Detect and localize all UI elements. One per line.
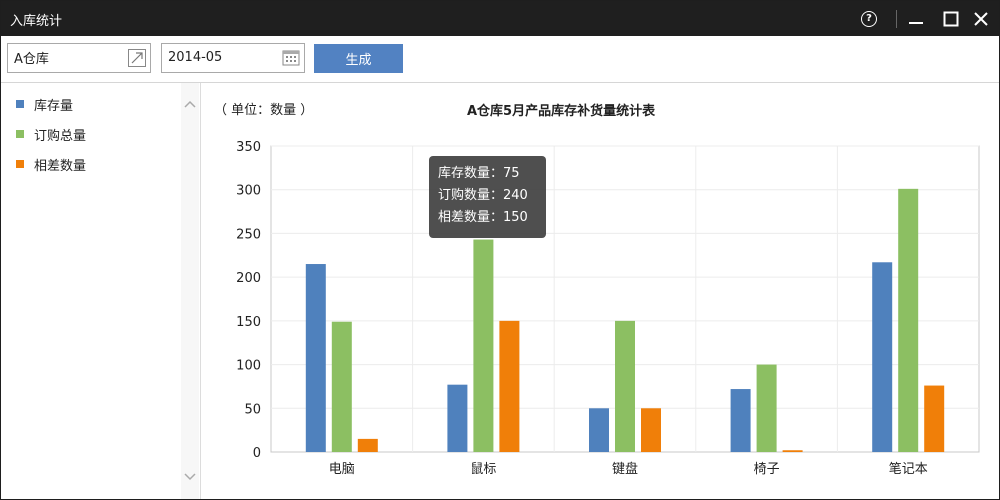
help-button[interactable]: ?: [851, 1, 887, 36]
legend-swatch: [16, 100, 24, 108]
sidebar-scrollbar[interactable]: [181, 83, 199, 499]
bar: [641, 408, 661, 452]
legend-swatch: [16, 130, 24, 138]
y-tick-label: 300: [236, 184, 261, 199]
close-icon: [974, 11, 988, 26]
scroll-up-button[interactable]: [181, 95, 199, 113]
close-button[interactable]: [963, 1, 999, 36]
chart-tooltip: 库存数量：75 订购数量：240 相差数量：150: [429, 156, 546, 238]
titlebar-divider: [896, 10, 897, 28]
x-tick-label: 椅子: [754, 462, 780, 477]
scroll-down-button[interactable]: [181, 468, 199, 486]
y-tick-label: 250: [236, 227, 261, 242]
x-tick-label: 鼠标: [470, 462, 496, 477]
window-title: 入库统计: [10, 14, 63, 29]
title-bar: 入库统计 ?: [1, 1, 999, 36]
y-tick-label: 350: [236, 140, 261, 155]
bar: [357, 438, 378, 452]
legend-sidebar: 库存量 订购总量 相差数量: [1, 83, 201, 499]
chart-area: （ 单位：数量 ） A仓库5月产品库存补货量统计表 0 50 100 150 200 25…: [201, 83, 999, 499]
x-tick-label: 笔记本: [889, 461, 928, 477]
chevron-down-icon: [184, 473, 196, 481]
bar: [756, 364, 777, 452]
x-tick-label: 键盘: [612, 461, 638, 477]
bar: [447, 384, 468, 452]
warehouse-field[interactable]: [14, 50, 124, 65]
help-icon: ?: [861, 10, 877, 27]
maximize-icon: [943, 11, 959, 26]
bar: [730, 389, 751, 452]
bar: [924, 385, 945, 452]
y-tick-label: 100: [236, 359, 261, 374]
x-tick-label: 电脑: [329, 462, 355, 477]
legend-item-stock[interactable]: 库存量: [16, 95, 74, 114]
bar: [782, 450, 803, 452]
date-picker[interactable]: [161, 43, 305, 73]
app-window: 入库统计 ? 生成 库存: [0, 0, 1000, 500]
y-tick-label: 0: [253, 446, 261, 461]
legend-item-difference[interactable]: 相差数量: [16, 155, 87, 174]
legend-label: 相差数量: [34, 158, 87, 174]
bar: [615, 320, 635, 452]
open-arrow-icon[interactable]: [128, 49, 146, 67]
tooltip-line-stock: 库存数量：75: [438, 166, 520, 181]
bar: [872, 262, 893, 452]
chevron-up-icon: [184, 100, 196, 108]
bar: [473, 239, 494, 452]
bar: [589, 408, 609, 452]
bar: [898, 188, 919, 452]
bar-chart: 0 50 100 150 200 250 300 350 电脑 鼠标 键盘 椅子 笔记本: [236, 140, 980, 477]
legend-swatch: [16, 160, 24, 168]
bar: [331, 321, 352, 452]
date-field[interactable]: [168, 50, 273, 65]
y-tick-label: 200: [236, 271, 261, 286]
tooltip-line-difference: 相差数量：150: [438, 210, 528, 225]
tooltip-line-ordered: 订购数量：240: [438, 188, 528, 203]
minimize-button[interactable]: [898, 1, 934, 36]
bar: [499, 320, 520, 452]
generate-button[interactable]: 生成: [314, 44, 403, 73]
legend-label: 订购总量: [34, 128, 87, 144]
toolbar: 生成: [1, 36, 999, 83]
y-tick-label: 150: [236, 315, 261, 330]
calendar-icon[interactable]: [282, 49, 300, 67]
legend-item-ordered[interactable]: 订购总量: [16, 125, 87, 144]
minimize-icon: [909, 21, 923, 24]
y-tick-label: 50: [244, 402, 261, 417]
legend-label: 库存量: [34, 98, 74, 114]
bar: [305, 264, 326, 452]
warehouse-select[interactable]: [7, 43, 151, 73]
